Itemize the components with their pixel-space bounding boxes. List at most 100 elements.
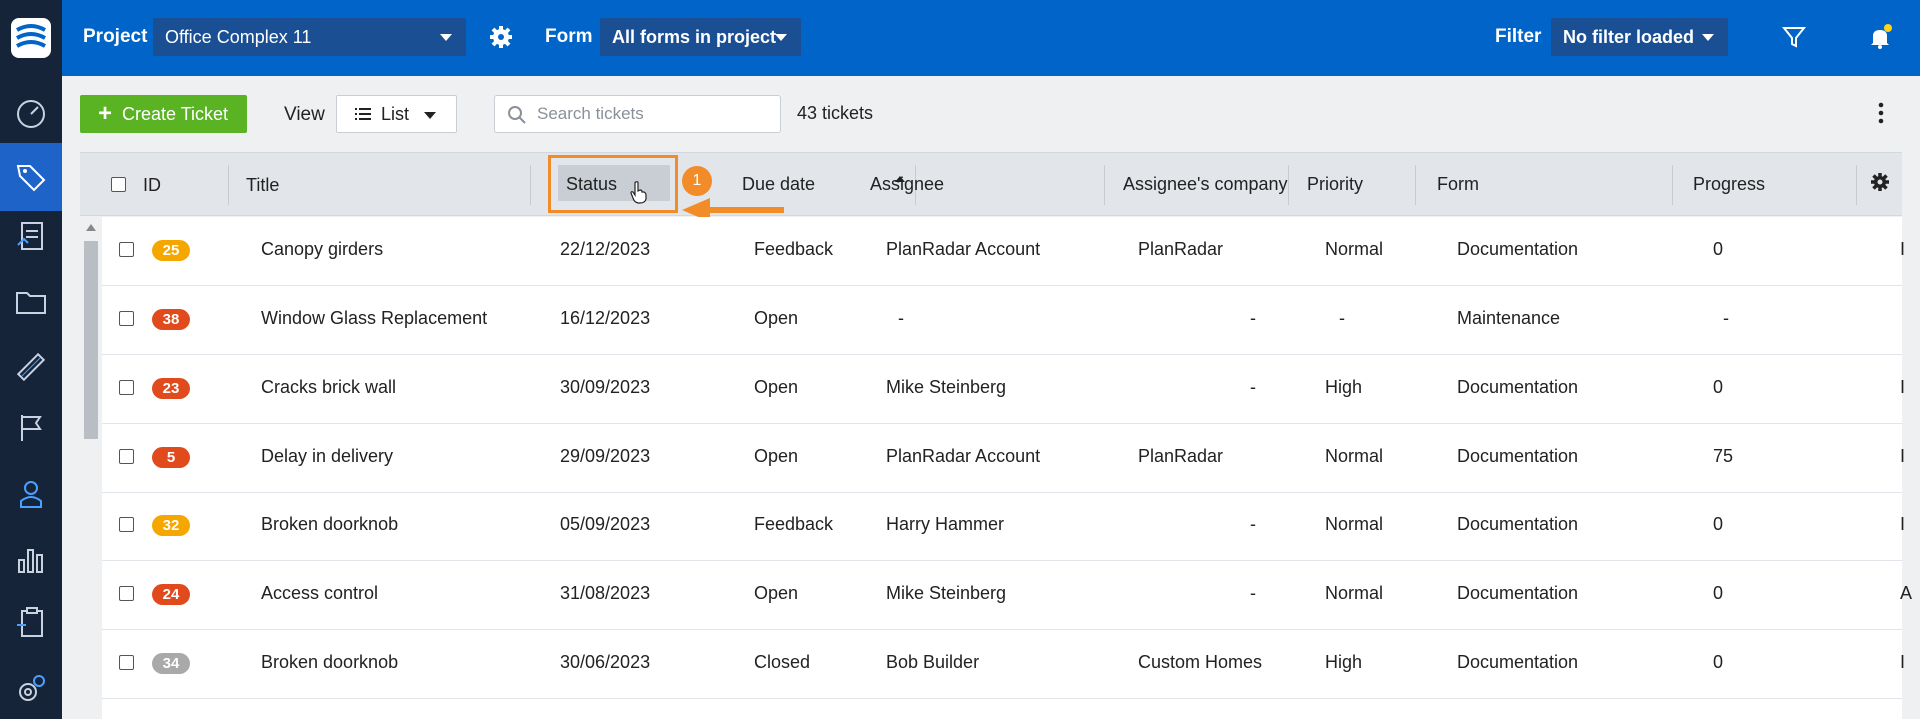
cell-form: Documentation [1457, 583, 1579, 603]
column-divider[interactable] [1288, 165, 1289, 205]
cell-assignee: PlanRadar Account [886, 446, 1041, 466]
sidebar-item-plans[interactable] [0, 333, 62, 401]
select-all-checkbox[interactable] [111, 177, 126, 192]
sidebar-item-checklists[interactable] [0, 588, 62, 656]
list-icon [355, 108, 371, 120]
scrollbar-thumb[interactable] [84, 241, 98, 439]
scroll-up-arrow-icon[interactable] [86, 224, 96, 231]
row-checkbox[interactable] [119, 655, 134, 670]
table-row[interactable]: 23 Cracks brick wall 30/09/2023 Open Mike St… [102, 355, 1905, 424]
column-header-title[interactable]: Title [246, 175, 279, 196]
planradar-logo[interactable] [0, 0, 62, 76]
row-checkbox[interactable] [119, 586, 134, 601]
chevron-down-icon [1702, 34, 1714, 41]
form-select-value: All forms in project [612, 26, 777, 47]
cell-title[interactable]: Window Glass Replacement [261, 308, 487, 329]
sidebar-item-dashboard[interactable] [0, 80, 62, 148]
cell-due-date: 22/12/2023 [560, 239, 651, 259]
sidebar-item-milestones[interactable] [0, 394, 62, 462]
sidebar-item-reports[interactable] [0, 525, 62, 593]
tickets-icon [16, 165, 46, 192]
table-header: ID Title [80, 152, 1902, 216]
form-label: Form [545, 26, 593, 47]
cell-title[interactable]: Access control [261, 583, 378, 604]
create-ticket-button[interactable]: + Create Ticket [80, 95, 247, 133]
table-row[interactable]: 25 Canopy girders 22/12/2023 Feedback PlanRa… [102, 217, 1906, 286]
row-checkbox[interactable] [119, 242, 134, 257]
cell-progress: 0 [1713, 239, 1724, 259]
row-checkbox[interactable] [119, 517, 134, 532]
sidebar-item-users[interactable] [0, 460, 62, 528]
project-select[interactable]: Office Complex 11 [153, 18, 466, 56]
sidebar-item-tickets[interactable] [0, 143, 62, 211]
cell-title[interactable]: Broken doorknob [261, 514, 398, 535]
column-header-assignee[interactable]: Assignee [870, 174, 944, 195]
plans-icon [16, 352, 46, 382]
sidebar-item-forms[interactable] [0, 202, 62, 270]
table-row[interactable]: 24 Access control 31/08/2023 Open Mike Stein… [102, 561, 1912, 630]
column-header-assignees-company[interactable]: Assignee's company [1123, 174, 1288, 195]
chevron-down-icon [424, 112, 436, 119]
row-checkbox[interactable] [119, 380, 134, 395]
user-icon [20, 481, 42, 508]
filter-select[interactable]: No filter loaded [1551, 18, 1728, 56]
column-header-form[interactable]: Form [1437, 174, 1479, 195]
more-options-icon[interactable] [1876, 100, 1886, 126]
cell-assignee: Bob Builder [886, 652, 980, 672]
filter-select-value: No filter loaded [1563, 26, 1695, 47]
cell-priority: High [1325, 377, 1363, 397]
sidebar-item-documents[interactable] [0, 268, 62, 336]
table-row[interactable]: 5 Delay in delivery 29/09/2023 Open PlanRada… [102, 424, 1905, 493]
column-divider[interactable] [530, 165, 531, 205]
table-row[interactable]: 38 Window Glass Replacement 16/12/2023 Open… [102, 286, 1902, 355]
column-settings-gear-icon[interactable] [1870, 172, 1890, 192]
cell-priority: - [1339, 308, 1345, 328]
column-divider[interactable] [228, 165, 229, 205]
column-header-id[interactable]: ID [143, 175, 161, 196]
table-row[interactable]: 32 Broken doorknob 05/09/2023 Feedback Harry… [102, 492, 1906, 561]
cell-truncated: I [1900, 514, 1906, 534]
cell-progress: 0 [1713, 377, 1724, 397]
column-divider[interactable] [1856, 165, 1857, 205]
cell-truncated: I [1900, 239, 1906, 259]
column-divider[interactable] [1415, 165, 1416, 205]
cell-due-date: 30/06/2023 [560, 652, 651, 672]
cell-assignees-company: - [1250, 583, 1256, 603]
column-header-priority[interactable]: Priority [1307, 174, 1363, 195]
cell-title[interactable]: Canopy girders [261, 239, 383, 260]
notifications-bell-icon[interactable] [1867, 24, 1893, 50]
column-divider[interactable] [1672, 165, 1673, 205]
sidebar-item-settings[interactable] [0, 655, 62, 719]
column-header-due-date[interactable]: Due date [742, 174, 815, 195]
cell-assignee: PlanRadar Account [886, 239, 1041, 259]
cell-due-date: 29/09/2023 [560, 446, 651, 466]
cell-form: Maintenance [1457, 308, 1561, 328]
column-header-progress[interactable]: Progress [1693, 174, 1765, 195]
search-input[interactable] [537, 104, 767, 124]
cell-title[interactable]: Cracks brick wall [261, 377, 396, 398]
cell-status: Open [754, 308, 799, 328]
cell-title[interactable]: Broken doorknob [261, 652, 398, 673]
status-column-highlight [548, 155, 678, 213]
cell-progress: 75 [1713, 446, 1734, 466]
form-select[interactable]: All forms in project [600, 18, 801, 56]
column-divider[interactable] [1104, 165, 1105, 205]
cell-assignees-company: - [1250, 377, 1256, 397]
cell-progress: 0 [1713, 652, 1724, 672]
sidebar [0, 0, 62, 719]
filter-icon[interactable] [1781, 24, 1807, 50]
table-row[interactable]: 34 Broken doorknob 30/06/2023 Closed Bob Bui… [102, 630, 1905, 699]
chevron-down-icon [440, 34, 452, 41]
cell-form: Documentation [1457, 652, 1579, 672]
row-checkbox[interactable] [119, 449, 134, 464]
cell-due-date: 30/09/2023 [560, 377, 651, 397]
cell-title[interactable]: Delay in delivery [261, 446, 393, 467]
sort-arrow-icon [895, 176, 905, 182]
project-settings-gear-icon[interactable] [488, 24, 514, 50]
row-checkbox[interactable] [119, 311, 134, 326]
cell-status: Closed [754, 652, 811, 672]
dashboard-icon [17, 100, 45, 128]
cell-status: Feedback [754, 514, 834, 534]
clipboard-icon [17, 607, 43, 637]
view-select[interactable]: List [336, 95, 457, 133]
